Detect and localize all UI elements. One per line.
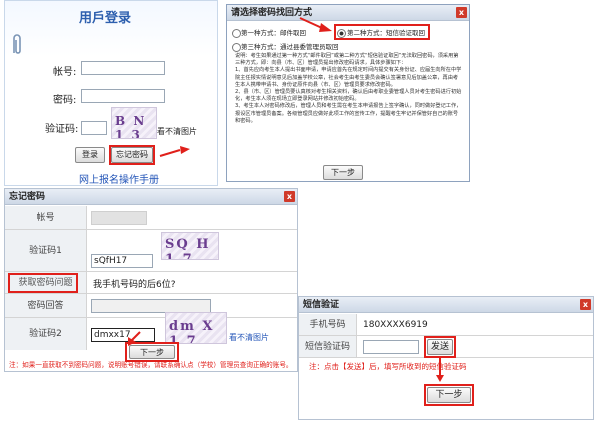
- arrow-send-to-next: [436, 358, 444, 382]
- page: { "login": { "title": "用戶登录", "account_l…: [0, 0, 600, 423]
